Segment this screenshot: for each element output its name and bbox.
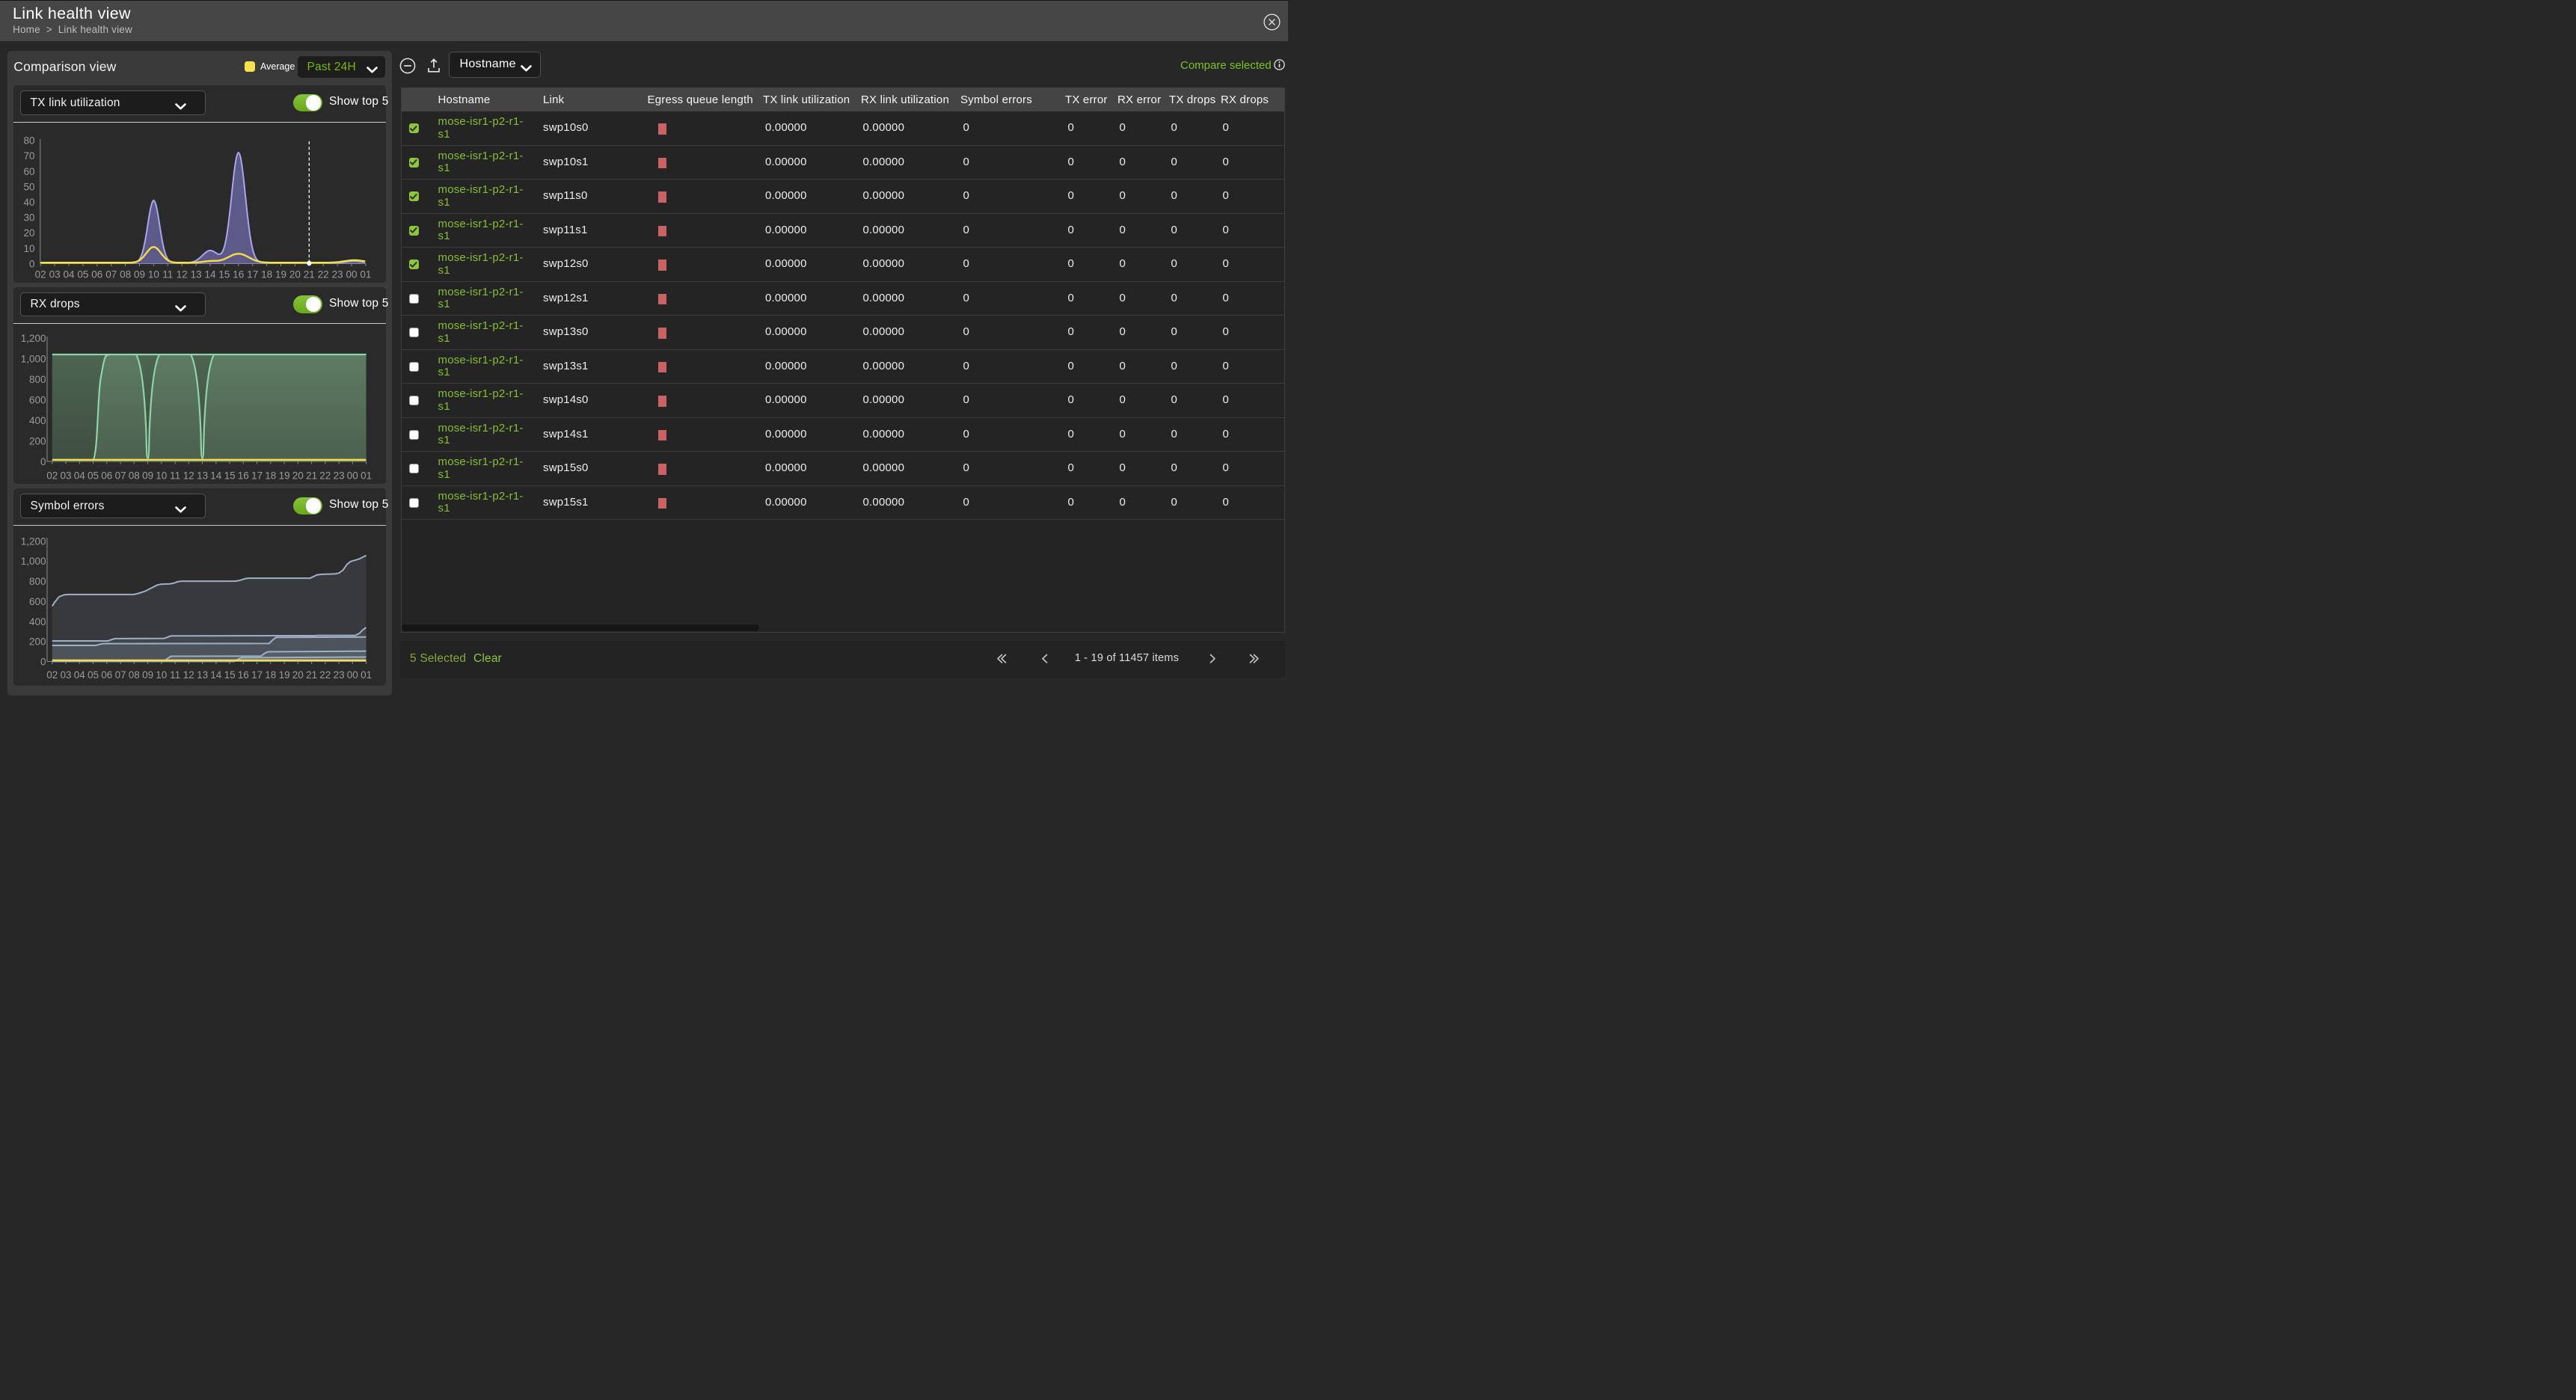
- svg-text:05: 05: [88, 470, 99, 481]
- svg-text:200: 200: [29, 435, 46, 446]
- svg-text:20: 20: [23, 227, 34, 239]
- svg-text:15: 15: [224, 669, 236, 681]
- svg-text:17: 17: [251, 669, 263, 681]
- svg-text:800: 800: [29, 576, 46, 587]
- svg-text:09: 09: [134, 269, 145, 280]
- svg-text:08: 08: [120, 269, 131, 280]
- svg-text:14: 14: [210, 669, 222, 681]
- svg-text:05: 05: [77, 269, 88, 280]
- svg-text:200: 200: [29, 636, 46, 648]
- svg-text:01: 01: [360, 269, 371, 280]
- svg-text:15: 15: [224, 470, 236, 481]
- svg-text:04: 04: [74, 470, 86, 481]
- svg-text:00: 00: [347, 470, 358, 481]
- svg-text:14: 14: [210, 470, 222, 481]
- svg-text:02: 02: [46, 669, 58, 681]
- svg-text:1,000: 1,000: [21, 353, 46, 364]
- svg-text:22: 22: [319, 669, 331, 681]
- svg-text:11: 11: [170, 669, 180, 681]
- svg-text:03: 03: [60, 669, 71, 681]
- svg-text:04: 04: [74, 669, 86, 681]
- svg-text:21: 21: [304, 269, 315, 280]
- svg-text:16: 16: [238, 669, 249, 681]
- svg-text:600: 600: [29, 596, 46, 607]
- svg-text:07: 07: [115, 470, 126, 481]
- svg-text:09: 09: [142, 669, 153, 681]
- svg-text:600: 600: [29, 394, 46, 405]
- svg-text:00: 00: [346, 269, 357, 280]
- svg-text:50: 50: [23, 181, 34, 192]
- svg-text:03: 03: [60, 470, 71, 481]
- svg-text:18: 18: [261, 269, 272, 280]
- svg-text:18: 18: [265, 470, 276, 481]
- svg-text:13: 13: [197, 470, 208, 481]
- svg-text:10: 10: [156, 669, 167, 681]
- svg-text:10: 10: [23, 243, 34, 254]
- svg-text:23: 23: [334, 470, 345, 481]
- svg-text:03: 03: [49, 269, 61, 280]
- svg-text:07: 07: [105, 269, 117, 280]
- svg-text:22: 22: [319, 470, 331, 481]
- svg-text:19: 19: [275, 269, 286, 280]
- svg-text:23: 23: [334, 669, 345, 681]
- svg-text:21: 21: [306, 470, 317, 481]
- svg-text:0: 0: [40, 456, 46, 467]
- svg-text:80: 80: [23, 135, 34, 147]
- svg-text:10: 10: [148, 269, 159, 280]
- svg-text:19: 19: [279, 470, 290, 481]
- svg-text:09: 09: [142, 470, 153, 481]
- svg-text:800: 800: [29, 374, 46, 385]
- svg-text:02: 02: [35, 269, 46, 280]
- svg-text:1,200: 1,200: [21, 535, 46, 547]
- svg-text:01: 01: [361, 470, 372, 481]
- svg-text:400: 400: [29, 616, 46, 627]
- svg-text:14: 14: [204, 269, 216, 280]
- svg-text:12: 12: [183, 669, 194, 681]
- svg-text:06: 06: [91, 269, 102, 280]
- svg-text:13: 13: [191, 269, 202, 280]
- svg-text:12: 12: [177, 269, 188, 280]
- svg-text:40: 40: [23, 197, 34, 208]
- svg-text:17: 17: [251, 470, 263, 481]
- svg-text:17: 17: [247, 269, 258, 280]
- svg-text:11: 11: [170, 470, 180, 481]
- svg-text:15: 15: [218, 269, 230, 280]
- svg-text:01: 01: [361, 669, 372, 681]
- svg-text:02: 02: [46, 470, 58, 481]
- svg-text:07: 07: [115, 669, 126, 681]
- svg-text:30: 30: [23, 212, 34, 224]
- svg-text:13: 13: [197, 669, 208, 681]
- svg-text:0: 0: [29, 259, 35, 270]
- svg-text:12: 12: [183, 470, 194, 481]
- svg-text:06: 06: [101, 470, 112, 481]
- svg-text:16: 16: [233, 269, 244, 280]
- svg-text:08: 08: [129, 470, 140, 481]
- svg-text:20: 20: [292, 470, 304, 481]
- svg-text:11: 11: [162, 269, 173, 280]
- svg-text:00: 00: [347, 669, 358, 681]
- svg-text:18: 18: [265, 669, 276, 681]
- svg-text:60: 60: [23, 166, 34, 177]
- svg-text:10: 10: [156, 470, 167, 481]
- svg-text:400: 400: [29, 415, 46, 426]
- svg-text:20: 20: [292, 669, 304, 681]
- svg-text:08: 08: [129, 669, 140, 681]
- svg-text:04: 04: [63, 269, 75, 280]
- svg-text:21: 21: [306, 669, 317, 681]
- svg-text:06: 06: [101, 669, 112, 681]
- svg-text:1,000: 1,000: [21, 556, 46, 567]
- svg-text:20: 20: [289, 269, 301, 280]
- svg-text:23: 23: [332, 269, 343, 280]
- svg-text:16: 16: [238, 470, 249, 481]
- svg-text:22: 22: [318, 269, 329, 280]
- svg-text:70: 70: [23, 150, 34, 162]
- svg-text:0: 0: [40, 657, 46, 668]
- svg-text:1,200: 1,200: [21, 333, 46, 344]
- svg-text:05: 05: [88, 669, 99, 681]
- svg-text:19: 19: [279, 669, 290, 681]
